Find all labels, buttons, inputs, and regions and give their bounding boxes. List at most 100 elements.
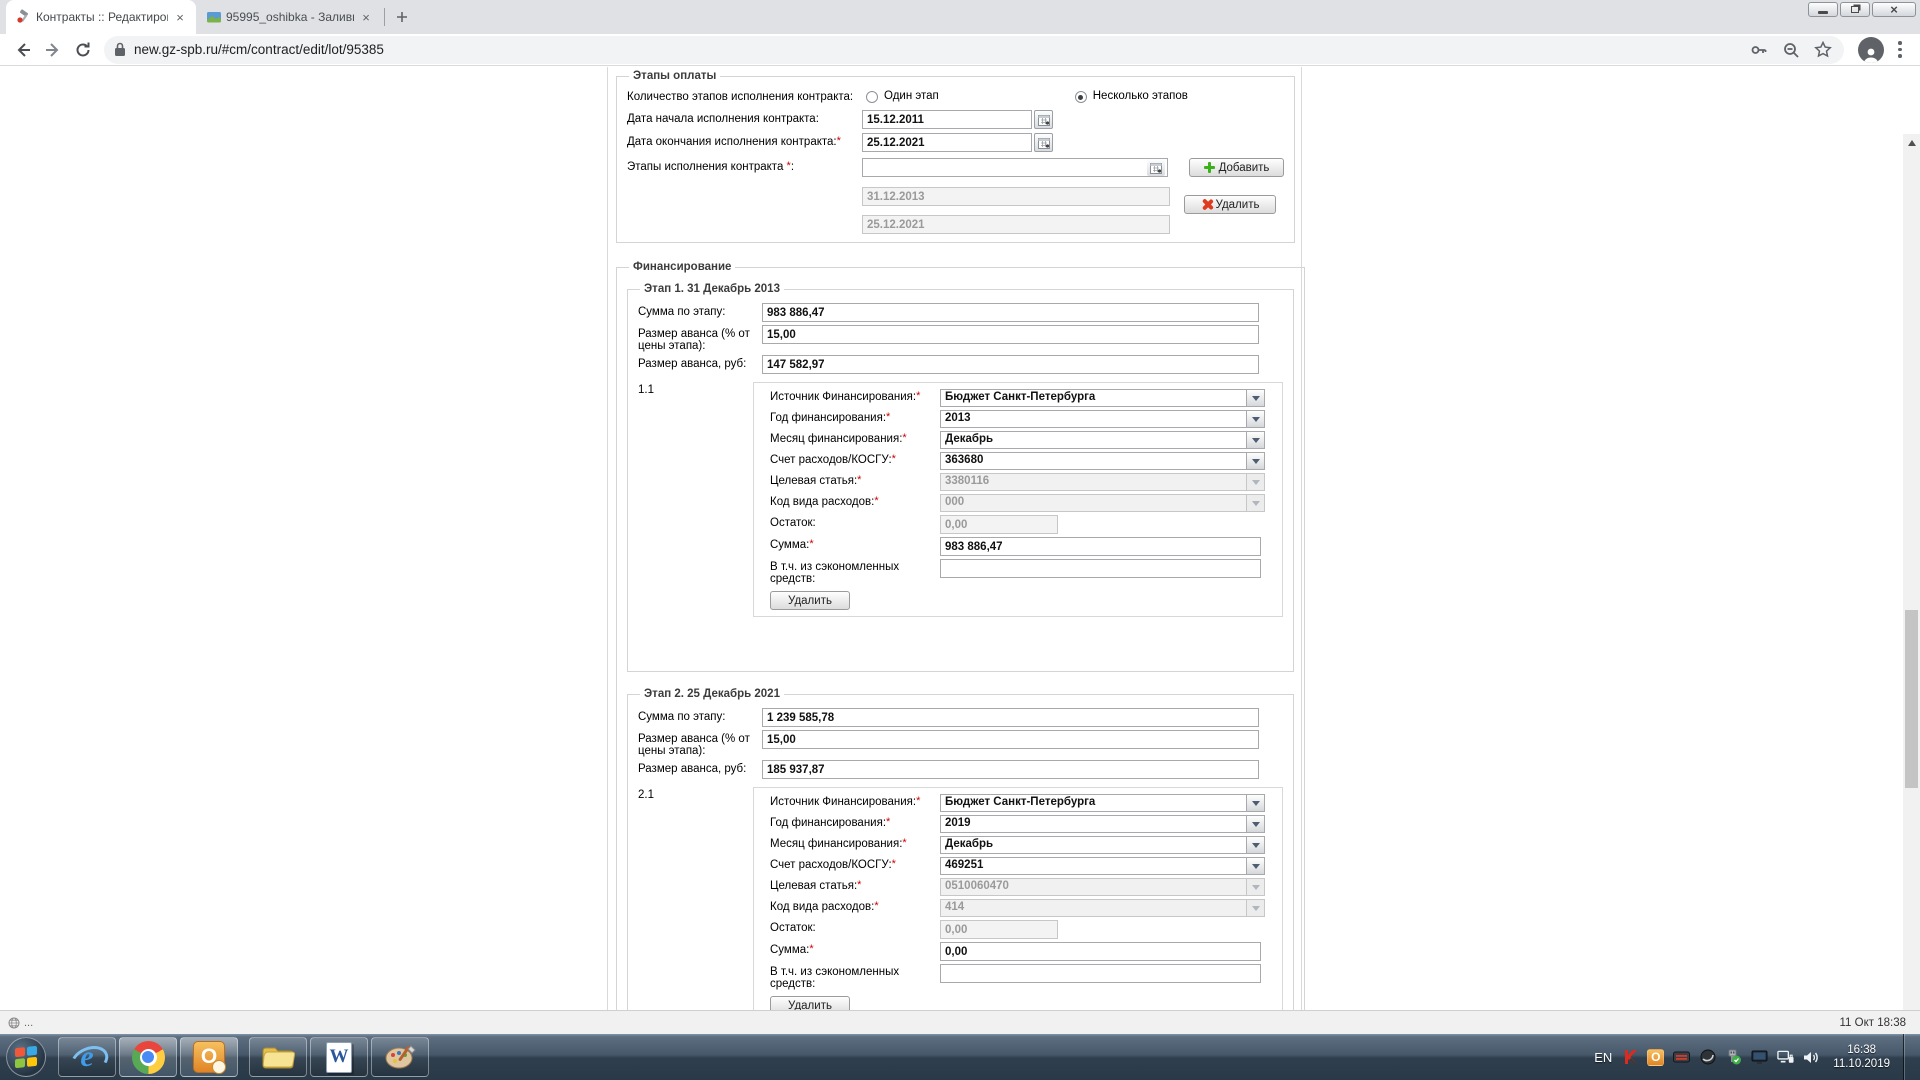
end-date-input[interactable]	[862, 133, 1032, 152]
funding-line-number: 2.1	[638, 787, 753, 1010]
scrollbar-thumb[interactable]	[1905, 610, 1918, 788]
url-text[interactable]: new.gz-spb.ru/#cm/contract/edit/lot/9538…	[134, 42, 1738, 57]
contract-stage-date-input[interactable]	[862, 158, 1168, 177]
language-indicator[interactable]: EN	[1594, 1050, 1612, 1065]
expense-account-select[interactable]: 469251	[940, 857, 1265, 875]
close-button[interactable]: ×	[1872, 2, 1916, 17]
advance-rub-input[interactable]	[762, 760, 1259, 779]
kaspersky-tray-icon[interactable]	[1621, 1049, 1638, 1066]
funding-source-select[interactable]: Бюджет Санкт-Петербурга	[940, 794, 1265, 812]
funding-month-label: Месяц финансирования:*	[770, 431, 940, 445]
add-stage-button[interactable]: Добавить	[1189, 158, 1284, 177]
saved-funds-input[interactable]	[940, 559, 1261, 578]
funding-year-select[interactable]: 2019	[940, 815, 1265, 833]
delete-funding-line-button[interactable]: Удалить	[770, 591, 850, 610]
close-tab-icon[interactable]: ×	[172, 9, 188, 25]
tab-contracts[interactable]: Контракты :: Редактирование ко ×	[6, 0, 196, 34]
display-tray-icon[interactable]	[1751, 1049, 1768, 1066]
scroll-up-button[interactable]	[1903, 134, 1920, 151]
taskbar-button-chrome[interactable]	[119, 1037, 177, 1077]
close-tab-icon[interactable]: ×	[358, 9, 374, 25]
stage-sum-input[interactable]	[762, 303, 1259, 322]
page-content: Этапы оплаты Количество этапов исполнени…	[0, 67, 1920, 1010]
calendar-icon[interactable]	[1034, 110, 1053, 129]
contract-stages-label: Этапы исполнения контракта *:	[627, 158, 862, 173]
bookmark-star-icon[interactable]	[1812, 39, 1834, 61]
funding-source-select[interactable]: Бюджет Санкт-Петербурга	[940, 389, 1265, 407]
delete-funding-line-button[interactable]: Удалить	[770, 996, 850, 1010]
browser-menu-button[interactable]	[1892, 39, 1908, 61]
chevron-down-icon[interactable]	[1246, 795, 1264, 811]
target-article-select: 3380116	[940, 473, 1265, 491]
padlock-icon[interactable]	[114, 42, 126, 57]
usb-device-tray-icon[interactable]	[1725, 1049, 1742, 1066]
new-tab-button[interactable]	[389, 4, 415, 30]
vertical-scrollbar	[1903, 134, 1920, 1010]
taskbar-button-outlook[interactable]: O	[180, 1037, 238, 1077]
advance-rub-input[interactable]	[762, 355, 1259, 374]
radio-single-stage-label: Один этап	[884, 88, 939, 102]
reload-button[interactable]	[70, 37, 96, 63]
funding-month-select[interactable]: Декабрь	[940, 431, 1265, 449]
network-tray-icon[interactable]	[1777, 1049, 1794, 1066]
forward-button[interactable]	[40, 37, 66, 63]
payment-stages-fieldset: Этапы оплаты Количество этапов исполнени…	[616, 70, 1295, 243]
chevron-down-icon[interactable]	[1246, 837, 1264, 853]
address-bar[interactable]: new.gz-spb.ru/#cm/contract/edit/lot/9538…	[104, 36, 1844, 64]
expense-account-select[interactable]: 363680	[940, 452, 1265, 470]
stage-date-item	[862, 187, 1170, 206]
advance-rub-label: Размер аванса, руб:	[638, 760, 762, 775]
radio-single-stage[interactable]	[866, 91, 878, 103]
tab-divider	[384, 8, 385, 26]
tab-title: 95995_oshibka - Заливка удалас	[226, 10, 354, 24]
close-icon: ×	[1890, 3, 1898, 16]
tab-oshibka[interactable]: 95995_oshibka - Заливка удалас ×	[196, 0, 382, 34]
stage-sum-input[interactable]	[762, 708, 1259, 727]
paint-icon	[383, 1042, 417, 1072]
chevron-down-icon[interactable]	[1246, 858, 1264, 874]
restore-button[interactable]	[1840, 2, 1870, 17]
system-tray: EN O 16:38	[1594, 1034, 1920, 1080]
funding-month-label: Месяц финансирования:*	[770, 836, 940, 850]
word-icon: W	[326, 1042, 352, 1073]
chevron-down-icon[interactable]	[1246, 453, 1264, 469]
chevron-down-icon[interactable]	[1246, 816, 1264, 832]
taskbar-button-internet-explorer[interactable]: e	[58, 1037, 116, 1077]
calendar-icon[interactable]	[1034, 133, 1053, 152]
show-desktop-button[interactable]	[1903, 1034, 1914, 1080]
start-button[interactable]	[6, 1037, 46, 1077]
calendar-icon[interactable]	[1147, 159, 1165, 176]
profile-avatar[interactable]	[1858, 37, 1884, 63]
volume-tray-icon[interactable]	[1803, 1049, 1820, 1066]
start-date-input[interactable]	[862, 110, 1032, 129]
password-key-icon[interactable]	[1748, 39, 1770, 61]
chevron-down-icon[interactable]	[1246, 390, 1264, 406]
minimize-button[interactable]	[1808, 2, 1838, 17]
amount-label: Сумма:*	[770, 942, 940, 956]
funding-month-select[interactable]: Декабрь	[940, 836, 1265, 854]
delete-stage-button[interactable]: Удалить	[1184, 195, 1276, 214]
funding-year-select[interactable]: 2013	[940, 410, 1265, 428]
taskbar-button-explorer[interactable]	[249, 1037, 307, 1077]
radio-multiple-stages[interactable]	[1075, 91, 1087, 103]
clock-time: 16:38	[1833, 1043, 1890, 1057]
amount-input[interactable]	[940, 942, 1261, 961]
app-ball-tray-icon[interactable]	[1699, 1049, 1716, 1066]
saved-funds-input[interactable]	[940, 964, 1261, 983]
advance-pct-label: Размер аванса (% от цены этапа):	[638, 325, 762, 352]
card-reader-tray-icon[interactable]	[1673, 1049, 1690, 1066]
chevron-down-icon[interactable]	[1246, 432, 1264, 448]
status-loading-text: ...	[24, 1017, 33, 1029]
outlook-tray-icon[interactable]: O	[1647, 1049, 1664, 1066]
taskbar-button-paint[interactable]	[371, 1037, 429, 1077]
advance-pct-input[interactable]	[762, 730, 1259, 749]
taskbar-button-word[interactable]: W	[310, 1037, 368, 1077]
chevron-down-icon[interactable]	[1246, 411, 1264, 427]
amount-input[interactable]	[940, 537, 1261, 556]
taskbar-clock[interactable]: 16:38 11.10.2019	[1833, 1043, 1890, 1071]
advance-pct-input[interactable]	[762, 325, 1259, 344]
back-button[interactable]	[10, 37, 36, 63]
zoom-out-icon[interactable]	[1780, 39, 1802, 61]
triangle-up-icon	[1908, 140, 1916, 146]
funding-line-panel: Источник Финансирования:* Бюджет Санкт-П…	[753, 382, 1283, 617]
